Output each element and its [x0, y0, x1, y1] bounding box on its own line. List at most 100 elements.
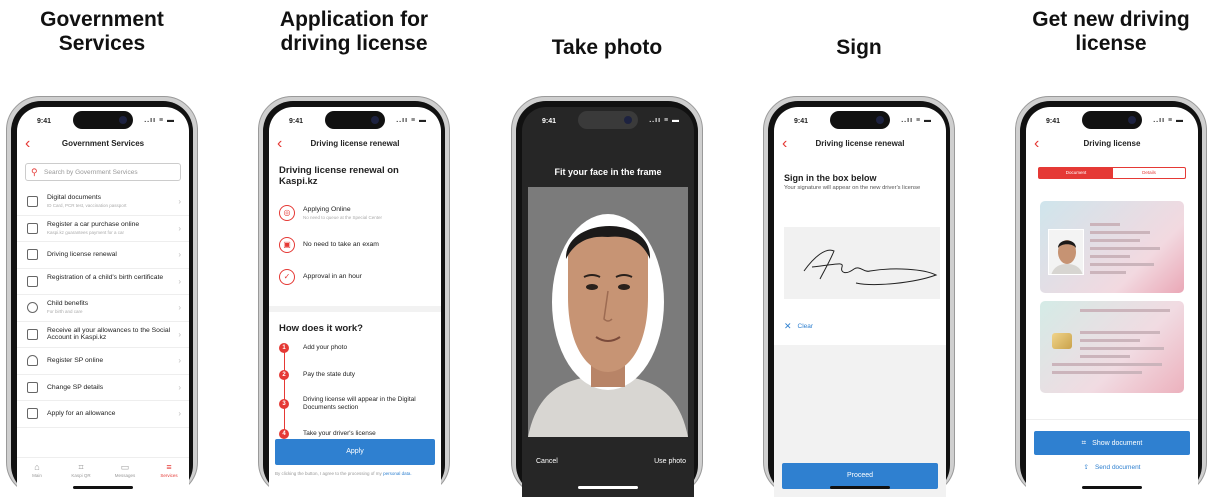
service-item-driving-license[interactable]: Driving license renewal › — [17, 242, 189, 269]
baby-icon — [27, 302, 38, 313]
service-item-allowances[interactable]: Receive all your allowances to the Socia… — [17, 322, 189, 348]
signal-icon: ..ıı ≡ ▬ — [901, 117, 932, 124]
service-item-register-sp[interactable]: Register SP online › — [17, 348, 189, 375]
bottom-panel: Apply By clicking the button, I agree to… — [269, 439, 441, 497]
show-document-button[interactable]: ⌗ Show document — [1034, 431, 1190, 455]
step-text: Pay the state duty — [303, 371, 356, 378]
tab-label: Main — [32, 473, 42, 478]
home-indicator — [73, 486, 133, 489]
license-icon — [27, 249, 38, 260]
screen-take-photo: 9:41 ..ıı ≡ ▬ Fit your face in the frame — [522, 107, 694, 497]
screen-heading: Driving license renewal on Kaspi.kz — [279, 165, 399, 187]
edit-icon — [27, 381, 38, 393]
globe-icon: ◎ — [279, 205, 295, 221]
dynamic-island — [325, 111, 385, 129]
phone-frame: 9:41 ..ıı ≡ ▬ ‹ Driving license renewal … — [763, 96, 955, 497]
navbar: ‹ Driving license renewal — [774, 135, 946, 157]
service-item-car-purchase[interactable]: Register a car purchase online Kaspi.kz g… — [17, 216, 189, 242]
service-label: Driving license renewal — [47, 251, 117, 258]
send-document-label: Send document — [1094, 464, 1141, 471]
tab-main[interactable]: ⌂ Main — [17, 462, 57, 478]
search-input[interactable]: ⚲ Search by Government Services — [25, 163, 181, 181]
step-title-line: Services — [58, 32, 146, 55]
service-label: Register SP online — [47, 357, 104, 364]
signal-icon: ..ıı ≡ ▬ — [396, 117, 427, 124]
home-indicator — [830, 486, 890, 489]
use-photo-button[interactable]: Use photo — [654, 458, 686, 465]
chevron-right-icon: › — [178, 276, 181, 286]
phone-frame: 9:41 ..ıı ≡ ▬ ‹ Driving license renewal … — [258, 96, 450, 497]
personal-data-link[interactable]: personal data. — [383, 471, 412, 476]
step-title-line: license — [1075, 32, 1147, 55]
service-item-allowance-apply[interactable]: Apply for an allowance › — [17, 401, 189, 428]
license-photo — [1048, 229, 1084, 275]
status-bar: 9:41 ..ıı ≡ ▬ — [1026, 107, 1198, 133]
step-text: Driving license will appear in the Digit… — [303, 396, 416, 411]
step-text: Add your photo — [303, 344, 348, 351]
service-label: Child benefits — [47, 300, 89, 307]
face-photo — [528, 187, 688, 437]
license-card-back — [1040, 301, 1184, 393]
service-label: Registration of a child's birth certific… — [47, 273, 164, 281]
tab-messages[interactable]: ▭ Messages — [105, 462, 145, 478]
calendar-icon: ▣ — [279, 237, 295, 253]
document-details-segment: Document Details — [1038, 167, 1186, 179]
sign-subtext: Your signature will appear on the new dr… — [784, 185, 921, 191]
close-icon: ✕ — [784, 321, 792, 331]
message-icon: ▭ — [120, 462, 130, 472]
share-icon: ⇪ — [1083, 464, 1089, 471]
camera-instruction: Fit your face in the frame — [554, 167, 662, 177]
service-label: Apply for an allowance — [47, 410, 116, 417]
section-divider — [269, 306, 441, 312]
consent-text: By clicking the button, I agree to the p… — [275, 471, 435, 477]
sign-heading: Sign in the box below — [784, 173, 877, 183]
tab-details[interactable]: Details — [1112, 168, 1186, 178]
tab-services[interactable]: ≡ Services — [149, 462, 189, 478]
feature-sub: No need to queue at the Special Center — [303, 215, 383, 220]
service-item-child-benefits[interactable]: Child benefits For birth and care › — [17, 295, 189, 322]
apply-button[interactable]: Apply — [275, 439, 435, 465]
step-number: 4 — [279, 429, 289, 439]
feature-title: Applying Online — [303, 206, 351, 213]
status-bar: 9:41 ..ıı ≡ ▬ — [17, 107, 189, 133]
step-connector-line — [283, 349, 285, 431]
dynamic-island — [73, 111, 133, 129]
cancel-button[interactable]: Cancel — [536, 458, 558, 465]
clear-button[interactable]: ✕ Clear — [784, 321, 813, 332]
step-title: Application for driving license — [254, 8, 454, 56]
tab-document[interactable]: Document — [1039, 168, 1113, 178]
car-icon — [27, 222, 38, 234]
screen-title: Government Services — [61, 139, 145, 148]
send-document-button[interactable]: ⇪ Send document — [1026, 463, 1198, 471]
feature-title: Approval in an hour — [303, 273, 362, 280]
status-time: 9:41 — [1046, 118, 1061, 125]
signature-pad[interactable] — [784, 227, 940, 299]
step-number: 2 — [279, 370, 289, 380]
scan-icon: ⌗ — [1081, 438, 1087, 447]
step-number: 3 — [279, 399, 289, 409]
step-title-line: Get new driving — [1032, 8, 1190, 31]
step-application: Application for driving license 9:41 ..ı… — [254, 0, 454, 500]
tab-bar: ⌂ Main ⌗ Kaspi QR ▭ Messages ≡ Services — [17, 457, 189, 483]
step-title: Sign — [836, 36, 882, 59]
screen-government-services: 9:41 ..ıı ≡ ▬ ‹ Government Services ⚲ Se… — [17, 107, 189, 497]
tab-label: Services — [160, 473, 178, 478]
consent-label: By clicking the button, I agree to the p… — [275, 471, 382, 476]
show-document-label: Show document — [1092, 440, 1143, 447]
status-time: 9:41 — [542, 118, 557, 125]
step-title: Take photo — [551, 36, 663, 59]
service-sub: Kaspi.kz guarantees payment for a car — [47, 229, 125, 235]
status-time: 9:41 — [289, 118, 304, 125]
step-title: Government Services — [2, 8, 202, 56]
service-sub: For birth and care — [47, 309, 83, 314]
tab-kaspi-qr[interactable]: ⌗ Kaspi QR — [61, 462, 101, 478]
navbar: ‹ Driving license renewal — [269, 135, 441, 157]
home-indicator — [1082, 486, 1142, 489]
chevron-right-icon: › — [178, 197, 181, 206]
service-item-change-sp[interactable]: Change SP details › — [17, 375, 189, 401]
how-it-works-title: How does it work? — [279, 323, 363, 334]
home-icon: ⌂ — [34, 462, 40, 472]
search-placeholder: Search by Government Services — [44, 169, 138, 176]
service-item-birth-certificate[interactable]: Registration of a child's birth certific… — [17, 269, 189, 295]
service-item-digital-documents[interactable]: Digital documents ID Card, PCR test, vacc… — [17, 189, 189, 216]
